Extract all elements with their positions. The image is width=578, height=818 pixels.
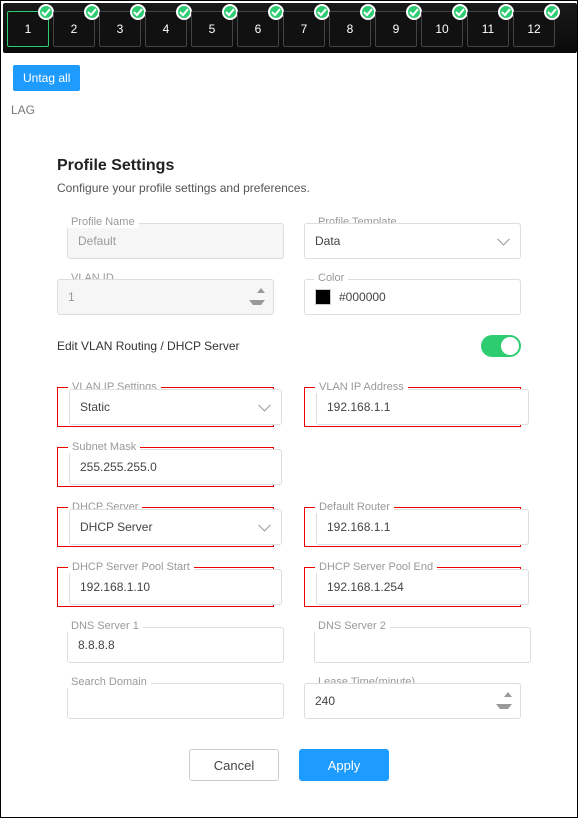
- checkmark-icon: [544, 4, 560, 20]
- dhcp-server-select[interactable]: DHCP Server: [69, 509, 282, 545]
- profile-settings-heading: Profile Settings: [57, 157, 521, 175]
- profile-settings-subhead: Configure your profile settings and pref…: [57, 181, 521, 195]
- vlan-ip-settings-select[interactable]: Static: [69, 389, 282, 425]
- dhcp-pool-end-label: DHCP Server Pool End: [315, 561, 437, 573]
- color-swatch: [315, 289, 331, 305]
- search-domain-field: Search Domain: [57, 683, 274, 719]
- port-number: 8: [347, 22, 354, 36]
- checkmark-icon: [38, 4, 54, 20]
- port-1[interactable]: 1: [7, 11, 49, 47]
- vlan-ip-address-field: VLAN IP Address 192.168.1.1: [304, 387, 521, 427]
- lag-label: LAG: [1, 99, 577, 157]
- port-number: 7: [301, 22, 308, 36]
- port-number: 1: [25, 22, 32, 36]
- port-number: 5: [209, 22, 216, 36]
- dhcp-pool-start-input[interactable]: 192.168.1.10: [69, 569, 282, 605]
- port-8[interactable]: 8: [329, 11, 371, 47]
- checkmark-icon: [222, 4, 238, 20]
- checkmark-icon: [130, 4, 146, 20]
- port-number: 12: [527, 22, 540, 36]
- vlan-id-field: VLAN ID 1: [57, 279, 274, 315]
- port-3[interactable]: 3: [99, 11, 141, 47]
- checkmark-icon: [498, 4, 514, 20]
- port-6[interactable]: 6: [237, 11, 279, 47]
- vlan-id-stepper[interactable]: 1: [57, 279, 274, 315]
- port-4[interactable]: 4: [145, 11, 187, 47]
- port-number: 3: [117, 22, 124, 36]
- search-domain-input[interactable]: [67, 683, 284, 719]
- port-number: 2: [71, 22, 78, 36]
- default-router-label: Default Router: [315, 501, 394, 513]
- checkmark-icon: [406, 4, 422, 20]
- checkmark-icon: [84, 4, 100, 20]
- port-9[interactable]: 9: [375, 11, 417, 47]
- profile-template-select[interactable]: Data: [304, 223, 521, 259]
- port-number: 6: [255, 22, 262, 36]
- vlan-ip-address-input[interactable]: 192.168.1.1: [316, 389, 529, 425]
- color-label: Color: [314, 272, 348, 284]
- port-number: 10: [435, 22, 448, 36]
- vlan-ip-address-label: VLAN IP Address: [315, 381, 408, 393]
- dns2-label: DNS Server 2: [314, 620, 390, 632]
- dhcp-server-field: DHCP Server DHCP Server: [57, 507, 274, 547]
- color-field: Color #000000: [304, 279, 521, 315]
- dns1-input[interactable]: 8.8.8.8: [67, 627, 284, 663]
- port-10[interactable]: 10: [421, 11, 463, 47]
- subnet-mask-field: Subnet Mask 255.255.255.0: [57, 447, 274, 487]
- checkmark-icon: [176, 4, 192, 20]
- dns1-field: DNS Server 1 8.8.8.8: [57, 627, 274, 663]
- profile-name-label: Profile Name: [67, 216, 139, 228]
- subnet-mask-input[interactable]: 255.255.255.0: [69, 449, 282, 485]
- vlan-ip-settings-field: VLAN IP Settings Static: [57, 387, 274, 427]
- color-value: #000000: [339, 290, 386, 304]
- checkmark-icon: [268, 4, 284, 20]
- port-11[interactable]: 11: [467, 11, 509, 47]
- dns1-label: DNS Server 1: [67, 620, 143, 632]
- port-number: 9: [393, 22, 400, 36]
- search-domain-label: Search Domain: [67, 676, 151, 688]
- color-input[interactable]: #000000: [304, 279, 521, 315]
- edit-vlan-routing-toggle[interactable]: [481, 335, 521, 357]
- port-5[interactable]: 5: [191, 11, 233, 47]
- profile-settings-panel: Profile Settings Configure your profile …: [1, 157, 577, 781]
- port-number: 4: [163, 22, 170, 36]
- lease-time-field: Lease Time(minute) 240: [304, 683, 521, 719]
- dhcp-pool-start-label: DHCP Server Pool Start: [68, 561, 194, 573]
- port-2[interactable]: 2: [53, 11, 95, 47]
- profile-template-field: Profile Template Data: [304, 223, 521, 259]
- lease-time-stepper[interactable]: 240: [304, 683, 521, 719]
- edit-vlan-routing-label: Edit VLAN Routing / DHCP Server: [57, 339, 240, 353]
- subnet-mask-label: Subnet Mask: [68, 441, 140, 453]
- profile-name-input[interactable]: Default: [67, 223, 284, 259]
- apply-button[interactable]: Apply: [299, 749, 389, 781]
- checkmark-icon: [452, 4, 468, 20]
- port-7[interactable]: 7: [283, 11, 325, 47]
- dns2-input[interactable]: [314, 627, 531, 663]
- cancel-button[interactable]: Cancel: [189, 749, 279, 781]
- untag-all-button[interactable]: Untag all: [13, 65, 80, 91]
- port-12[interactable]: 12: [513, 11, 555, 47]
- checkmark-icon: [360, 4, 376, 20]
- toggle-knob: [501, 337, 519, 355]
- dns2-field: DNS Server 2: [304, 627, 521, 663]
- dhcp-pool-end-field: DHCP Server Pool End 192.168.1.254: [304, 567, 521, 607]
- default-router-input[interactable]: 192.168.1.1: [316, 509, 529, 545]
- dhcp-pool-end-input[interactable]: 192.168.1.254: [316, 569, 529, 605]
- dhcp-pool-start-field: DHCP Server Pool Start 192.168.1.10: [57, 567, 274, 607]
- port-number: 11: [482, 22, 494, 36]
- port-selector-strip: 123456789101112: [3, 3, 577, 53]
- checkmark-icon: [314, 4, 330, 20]
- profile-name-field: Profile Name Default: [57, 223, 274, 259]
- default-router-field: Default Router 192.168.1.1: [304, 507, 521, 547]
